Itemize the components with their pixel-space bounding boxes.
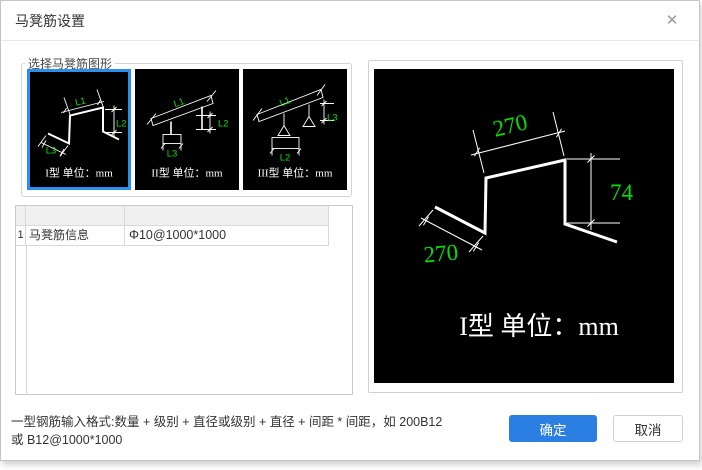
dim-right-value: 74 [610,180,634,205]
input-format-note: 一型钢筋输入格式:数量 + 级别 + 直径或级别 + 直径 + 间距 * 间距，… [11,413,496,449]
note-line-2: 或 B12@1000*1000 [11,433,123,448]
type-2-drawing: L1 L2 L3 II型 单位：mm [146,90,229,180]
preview-caption: I型 单位：mm [459,312,619,341]
type-2-caption: II型 单位：mm [151,166,223,180]
type-1-drawing: L1 L2 L3 I型 单位：mm [37,89,127,180]
rebar-info-table: 1 马凳筋信息 Φ10@1000*1000 [15,205,353,395]
header-filler [329,206,352,226]
row-index: 1 [16,226,26,246]
type-2-label-l2: L2 [218,119,229,130]
index-column-divider [26,246,27,394]
type-3-caption: III型 单位：mm [258,166,333,180]
shape-preview-panel: 270 74 270 I型 单位：mm [368,60,683,393]
thumbnail-type-1[interactable]: L1 L2 L3 I型 单位：mm [27,69,131,190]
rebar-spec-cell[interactable]: Φ10@1000*1000 [125,226,329,246]
dim-bottom-left-value: 270 [423,240,460,268]
type-2-label-l1: L1 [172,96,186,110]
shape-groupbox: 选择马凳筋图形 L1 L2 L3 I型 单位：mm L1 L2 L3 II型 单… [21,55,352,197]
table-header-row [16,206,352,226]
type-1-label-l1: L1 [74,96,87,109]
chair-bar-settings-dialog: 马凳筋设置 ✕ 选择马凳筋图形 L1 L2 L3 I型 单位：mm L1 L2 … [0,0,700,461]
type-3-label-l3: L3 [327,113,338,124]
ok-button[interactable]: 确定 [509,415,597,442]
type-3-dim-lines [252,84,334,156]
header-value-cell [125,206,329,226]
type-1-label-l3: L3 [46,146,57,157]
type-1-caption: I型 单位：mm [45,166,113,180]
note-line-1: 一型钢筋输入格式:数量 + 级别 + 直径或级别 + 直径 + 间距 * 间距，… [11,415,443,429]
row-name: 马凳筋信息 [26,226,125,246]
type-3-label-l2: L2 [280,153,291,164]
close-icon[interactable]: ✕ [660,1,684,41]
type-1-label-l2: L2 [116,119,127,130]
dialog-title: 马凳筋设置 [15,13,85,29]
thumbnail-type-2[interactable]: L1 L2 L3 II型 单位：mm [135,69,239,190]
header-name-cell [26,206,125,226]
table-row: 1 马凳筋信息 Φ10@1000*1000 [16,226,352,246]
header-index-cell [16,206,26,226]
thumbnail-list: L1 L2 L3 I型 单位：mm L1 L2 L3 II型 单位：mm L1 … [27,69,347,190]
cancel-button[interactable]: 取消 [613,415,683,442]
type-2-label-l3: L3 [167,149,178,160]
table-empty-area [16,246,352,394]
thumbnail-type-3[interactable]: L1 L2 L3 III型 单位：mm [243,69,347,190]
type-3-drawing: L1 L2 L3 III型 单位：mm [252,84,338,180]
dialog-header: 马凳筋设置 ✕ [1,1,699,41]
cad-preview-drawing: 270 74 270 I型 单位：mm [374,69,674,383]
row-filler [329,226,352,246]
type-3-label-l1: L1 [278,95,292,109]
